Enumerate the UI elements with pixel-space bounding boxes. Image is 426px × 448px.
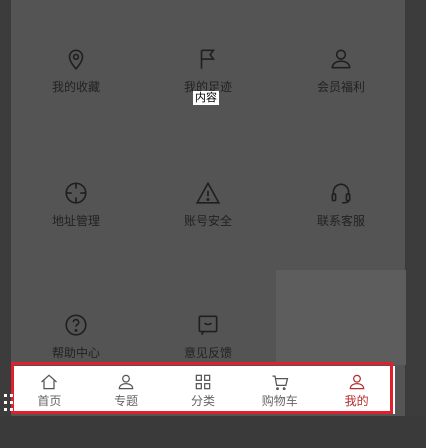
tab-label: 首页 xyxy=(37,394,62,408)
user-icon xyxy=(322,372,392,392)
grid-icon xyxy=(168,372,238,392)
grid-item-label: 我的收藏 xyxy=(51,80,100,94)
crosshair-icon xyxy=(10,180,142,208)
grid-item-label: 账号安全 xyxy=(183,214,232,228)
grid-item-member-benefits[interactable]: 会员福利 xyxy=(275,46,407,116)
grid-item-label: 意见反馈 xyxy=(183,346,232,360)
tab-categories[interactable]: 分类 xyxy=(168,366,238,408)
grid-item-label: 帮助中心 xyxy=(51,346,100,360)
tab-label: 分类 xyxy=(190,394,215,408)
tab-mine[interactable]: 我的 xyxy=(322,366,392,408)
bottom-strip xyxy=(0,416,426,448)
grid-item-footprint[interactable]: 我的足迹 xyxy=(142,46,274,116)
tooltip: 内容 xyxy=(193,91,219,105)
user-icon xyxy=(275,46,407,74)
grid-item-label: 联系客服 xyxy=(316,214,365,228)
tab-cart[interactable]: 购物车 xyxy=(245,366,315,408)
grid-item-favorites[interactable]: 我的收藏 xyxy=(10,46,142,116)
grid-item-customer-service[interactable]: 联系客服 xyxy=(275,180,407,250)
background-panel xyxy=(276,270,406,365)
user-icon xyxy=(91,372,161,392)
feedback-icon xyxy=(142,312,274,340)
grid-item-account-security[interactable]: 账号安全 xyxy=(142,180,274,250)
home-icon xyxy=(14,372,84,392)
grid-item-address[interactable]: 地址管理 xyxy=(10,180,142,250)
tab-home[interactable]: 首页 xyxy=(14,366,84,408)
tab-label: 专题 xyxy=(114,394,139,408)
question-icon xyxy=(10,312,142,340)
tab-topics[interactable]: 专题 xyxy=(91,366,161,408)
drag-handle-icon[interactable] xyxy=(2,392,22,414)
tab-label: 我的 xyxy=(344,394,369,408)
warning-icon xyxy=(142,180,274,208)
grid-item-label: 地址管理 xyxy=(51,214,100,228)
tab-label: 购物车 xyxy=(261,394,298,408)
flag-icon xyxy=(142,46,274,74)
cart-icon xyxy=(245,372,315,392)
grid-item-label: 会员福利 xyxy=(316,80,365,94)
location-pin-icon xyxy=(10,46,142,74)
bottom-tab-bar: 首页 专题 分类 购物车 我的 xyxy=(11,366,395,414)
headset-icon xyxy=(275,180,407,208)
